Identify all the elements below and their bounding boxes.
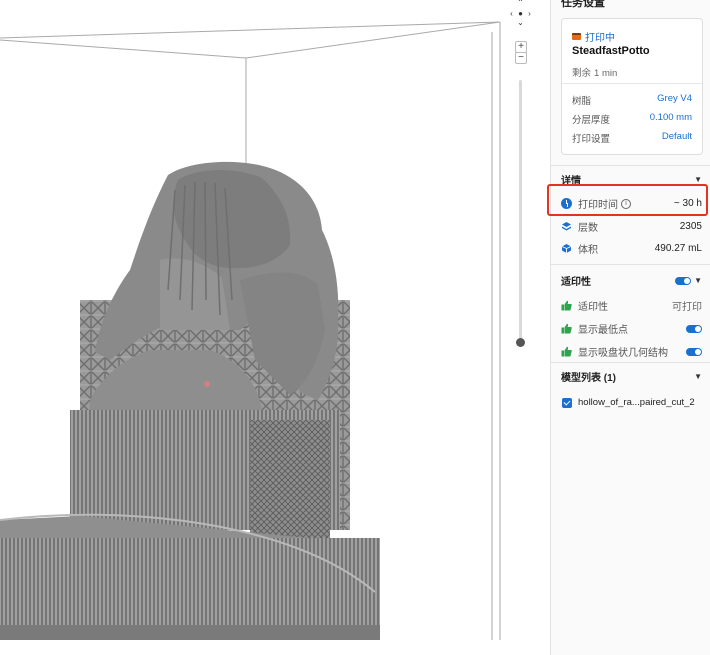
- volume-row: 体积 490.27 mL: [561, 241, 702, 256]
- raft-supports: [0, 538, 380, 628]
- volume-icon: [561, 244, 572, 253]
- rotate-up-icon[interactable]: ⌃: [516, 0, 525, 7]
- chevron-down-icon: ▼: [694, 276, 702, 285]
- rotate-left-icon[interactable]: ‹: [507, 9, 516, 18]
- print-scene: [0, 21, 501, 640]
- remaining-time: 剩余 1 min: [572, 65, 617, 79]
- print-settings-label: 打印设置: [572, 134, 611, 145]
- resin-label: 树脂: [572, 96, 592, 107]
- model-list-section-header[interactable]: 模型列表 (1) ▼: [561, 369, 702, 384]
- printability-status-row: 适印性 可打印: [561, 298, 702, 313]
- layers-row: 层数 2305: [561, 219, 702, 234]
- chevron-down-icon: ▼: [694, 175, 702, 184]
- job-settings-panel: 任务设置 打印中 SteadfastPotto 剩余 1 min 树脂 Grey …: [547, 0, 710, 655]
- resin-row: 树脂 Grey V4: [572, 93, 692, 107]
- thumbs-up-icon: [561, 300, 572, 311]
- divider: [551, 362, 710, 363]
- model-list-title: 模型列表 (1): [561, 373, 616, 384]
- divider: [551, 165, 710, 166]
- printability-title: 适印性: [561, 277, 591, 288]
- navigation-cube[interactable]: ⌃ ‹ ● › ⌄: [505, 0, 537, 30]
- 3d-viewport[interactable]: ⌃ ‹ ● › ⌄ + −: [0, 0, 550, 655]
- layers-label: 层数: [578, 223, 598, 234]
- layer-slider-handle[interactable]: [516, 338, 525, 347]
- layer-thickness-label: 分层厚度: [572, 115, 611, 126]
- model-checkbox[interactable]: [562, 397, 572, 408]
- volume-value: 490.27 mL: [654, 243, 702, 254]
- panel-title: 任务设置: [561, 0, 605, 9]
- show-cup-row: 显示吸盘状几何结构: [561, 344, 702, 359]
- printability-section-header[interactable]: 适印性 ▼: [561, 273, 702, 288]
- remaining-label: 剩余: [572, 68, 592, 79]
- printability-status-value: 可打印: [672, 302, 702, 313]
- thumbs-up-icon: [561, 346, 572, 357]
- divider: [551, 264, 710, 265]
- thumbs-up-icon: [561, 323, 572, 334]
- support-dense: [250, 420, 330, 540]
- print-settings-value[interactable]: Default: [662, 131, 692, 145]
- resin-value[interactable]: Grey V4: [657, 93, 692, 107]
- printability-toggle[interactable]: [675, 276, 692, 285]
- show-min-points-row: 显示最低点: [561, 321, 702, 336]
- layer-thickness-row: 分层厚度 0.100 mm: [572, 112, 692, 126]
- printer-icon: [572, 33, 581, 40]
- print-settings-row: 打印设置 Default: [572, 131, 692, 145]
- show-min-points-toggle[interactable]: [686, 324, 702, 333]
- job-name: SteadfastPotto: [572, 45, 650, 57]
- card-divider: [562, 83, 702, 84]
- print-status-card: 打印中 SteadfastPotto 剩余 1 min 树脂 Grey V4 分层…: [561, 18, 703, 155]
- layers-icon: [562, 222, 571, 231]
- rotate-down-icon[interactable]: ⌄: [516, 18, 525, 27]
- layer-thickness-value[interactable]: 0.100 mm: [650, 112, 692, 126]
- zoom-out-button[interactable]: −: [515, 52, 527, 64]
- printability-status-label: 适印性: [578, 302, 608, 313]
- layer-slider-track[interactable]: [519, 80, 522, 342]
- rotate-right-icon[interactable]: ›: [525, 9, 534, 18]
- volume-label: 体积: [578, 245, 598, 256]
- remaining-value: 1 min: [594, 68, 618, 79]
- model-list-item[interactable]: hollow_of_ra...paired_cut_2: [562, 397, 695, 408]
- show-cup-label: 显示吸盘状几何结构: [578, 348, 668, 359]
- print-status-text: 打印中: [585, 33, 615, 44]
- layers-value: 2305: [679, 221, 702, 232]
- show-cup-toggle[interactable]: [686, 347, 702, 356]
- chevron-down-icon: ▼: [694, 372, 702, 381]
- print-time-highlight: [547, 184, 708, 216]
- view-eye-icon[interactable]: ●: [516, 9, 525, 18]
- print-status: 打印中: [572, 29, 615, 44]
- model-name: hollow_of_ra...paired_cut_2: [578, 397, 695, 408]
- show-min-points-label: 显示最低点: [578, 325, 628, 336]
